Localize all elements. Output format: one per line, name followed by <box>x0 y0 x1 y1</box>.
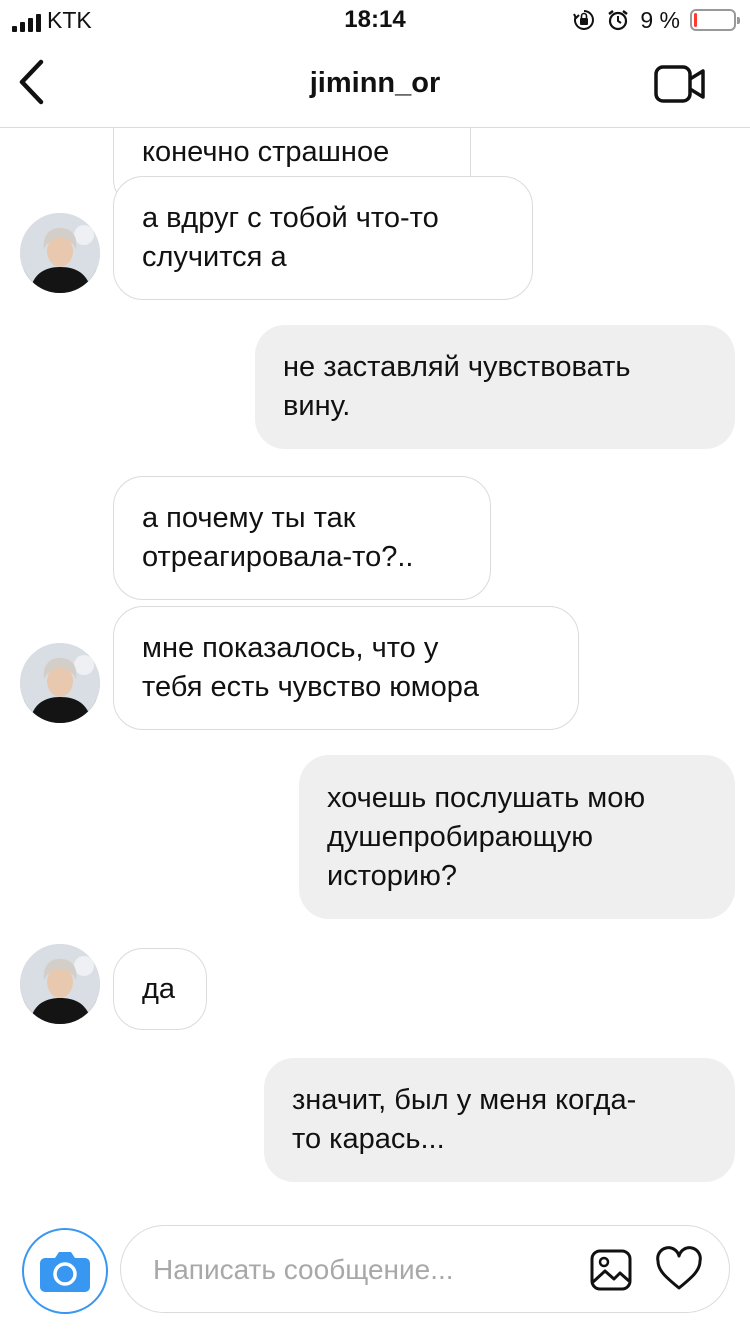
video-call-button[interactable] <box>654 64 706 104</box>
message-composer <box>0 1220 750 1334</box>
message-text-line: не заставляй чувствовать <box>283 351 631 383</box>
camera-icon <box>40 1252 90 1292</box>
message-text-line: историю? <box>327 859 457 892</box>
message-text-line: а почему ты так <box>142 502 356 534</box>
profile-photo <box>20 944 100 1024</box>
like-button[interactable] <box>655 1246 703 1292</box>
orientation-lock-icon <box>573 10 595 30</box>
incoming-message-bubble[interactable]: да <box>113 948 207 1030</box>
message-text-line: значит, был у меня когда- <box>292 1084 637 1116</box>
chat-header: jiminn_or <box>0 40 750 128</box>
message-input[interactable] <box>153 1248 573 1292</box>
outgoing-message-bubble[interactable]: значит, был у меня когда-то карась... <box>264 1058 735 1182</box>
direct-message-screen: KTK 18:14 9 % конечно страшное а вдруг с … <box>0 0 750 1334</box>
incoming-message-bubble[interactable]: мне показалось, что у тебя есть чувство ю… <box>113 606 579 730</box>
battery-level <box>694 13 698 27</box>
outgoing-message-bubble[interactable]: не заставляй чувствовать вину. <box>255 325 735 449</box>
battery-icon <box>690 9 740 31</box>
status-right: 9 % <box>572 7 740 33</box>
message-text-line: душепробирающую <box>327 820 594 853</box>
video-camera-icon <box>654 65 705 103</box>
message-text-line: мне показалось, что у <box>142 632 439 664</box>
avatar[interactable] <box>20 944 100 1024</box>
alarm-icon <box>608 10 629 31</box>
message-text-line: да <box>142 972 176 1005</box>
message-input-box <box>120 1225 730 1313</box>
message-text-line: вину. <box>283 390 351 422</box>
message-text-line: хочешь послушать мою <box>327 781 646 814</box>
battery-percent: 9 % <box>640 7 680 33</box>
message-text-line: случится а <box>142 241 287 273</box>
message-text-line: тебя есть чувство юмора <box>142 671 480 703</box>
message-thread[interactable]: конечно страшное а вдруг с тобой что-то сл… <box>0 40 750 1220</box>
incoming-message-bubble[interactable]: а почему ты так отреагировала-то?.. <box>113 476 491 600</box>
chat-title[interactable]: jiminn_or <box>0 66 750 100</box>
avatar[interactable] <box>20 213 100 293</box>
message-text-line: отреагировала-то?.. <box>142 541 414 573</box>
camera-button[interactable] <box>22 1228 108 1314</box>
message-text-line: конечно страшное <box>142 135 390 168</box>
profile-photo <box>20 643 100 723</box>
incoming-message-bubble[interactable]: а вдруг с тобой что-то случится а <box>113 176 533 300</box>
message-text-line: то карась... <box>292 1123 445 1155</box>
gallery-icon <box>590 1249 632 1291</box>
gallery-button[interactable] <box>589 1248 633 1292</box>
status-bar: KTK 18:14 9 % <box>0 0 750 40</box>
profile-photo <box>20 213 100 293</box>
heart-icon <box>656 1246 702 1290</box>
outgoing-message-bubble[interactable]: хочешь послушать мою душепробирающую истор… <box>299 755 735 919</box>
avatar[interactable] <box>20 643 100 723</box>
message-text-line: а вдруг с тобой что-то <box>142 202 439 234</box>
